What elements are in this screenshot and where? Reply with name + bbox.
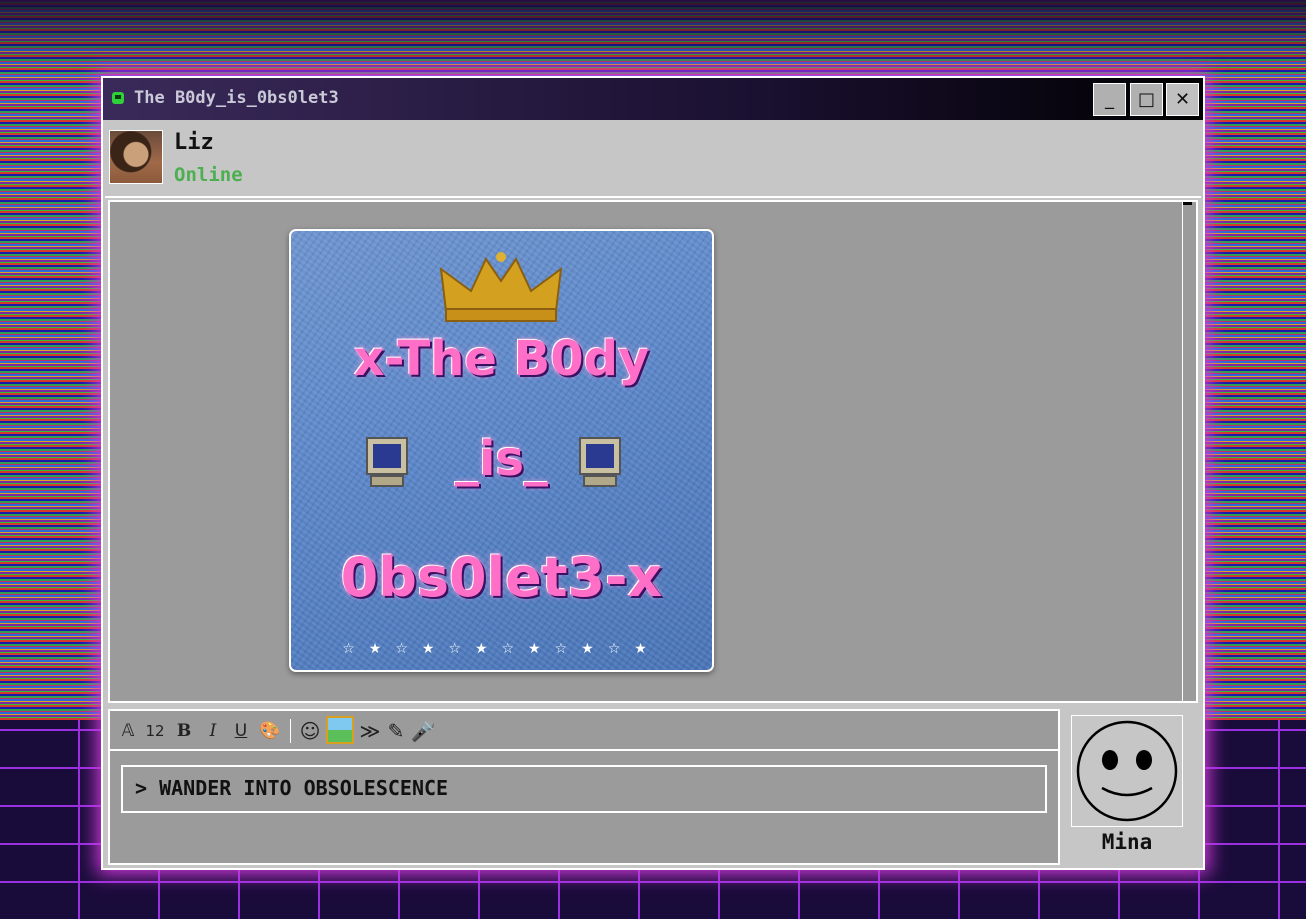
forward-icon[interactable]: ≫ bbox=[358, 718, 382, 744]
scrollbar[interactable] bbox=[1182, 202, 1192, 701]
contact-name: Liz bbox=[174, 130, 214, 155]
smiley-face-icon bbox=[1076, 720, 1178, 822]
artwork-title-line: x-The B0dy bbox=[353, 331, 650, 387]
computer-icon bbox=[579, 437, 621, 487]
font-icon[interactable]: 𝔸 bbox=[118, 718, 138, 744]
message-input[interactable]: > WANDER INTO OBSOLESCENCE bbox=[121, 765, 1047, 813]
message-composer: 𝔸 12 B I U 🎨 ☺ ≫ ✎ 🎤 > WANDER INTO OBSOL… bbox=[108, 709, 1060, 865]
color-palette-icon[interactable]: 🎨 bbox=[258, 718, 282, 744]
message-area: x-The B0dy _is_ 0bs0let3-x ☆★☆★☆★☆★☆★☆★ bbox=[108, 200, 1198, 703]
pencil-icon[interactable]: ✎ bbox=[385, 718, 407, 744]
artwork-title-line: _is_ bbox=[454, 431, 549, 487]
user-avatar[interactable] bbox=[1071, 715, 1183, 827]
crown-icon bbox=[439, 252, 563, 322]
user-name: Mina bbox=[1101, 830, 1153, 854]
italic-button[interactable]: I bbox=[203, 718, 223, 744]
font-size-button[interactable]: 12 bbox=[144, 718, 166, 744]
format-toolbar: 𝔸 12 B I U 🎨 ☺ ≫ ✎ 🎤 bbox=[110, 711, 1058, 751]
title-bar[interactable]: The B0dy_is_0bs0let3 _ □ ✕ bbox=[103, 78, 1203, 120]
artwork-stars: ☆★☆★☆★☆★☆★☆★ bbox=[342, 641, 661, 657]
toolbar-divider bbox=[290, 719, 291, 743]
close-button[interactable]: ✕ bbox=[1166, 83, 1199, 116]
contact-avatar[interactable] bbox=[109, 130, 163, 184]
chat-window: The B0dy_is_0bs0let3 _ □ ✕ Liz Online x-… bbox=[101, 76, 1205, 870]
minimize-button[interactable]: _ bbox=[1093, 83, 1126, 116]
shared-image[interactable]: x-The B0dy _is_ 0bs0let3-x ☆★☆★☆★☆★☆★☆★ bbox=[289, 229, 714, 672]
window-title: The B0dy_is_0bs0let3 bbox=[134, 88, 339, 108]
message-input-text: > WANDER INTO OBSOLESCENCE bbox=[135, 776, 449, 800]
bold-button[interactable]: B bbox=[174, 718, 194, 744]
scrollbar-thumb[interactable] bbox=[1183, 202, 1192, 205]
contact-status: Online bbox=[174, 164, 243, 186]
artwork-title-line: 0bs0let3-x bbox=[340, 546, 663, 609]
contact-header: Liz Online bbox=[105, 120, 1201, 198]
microphone-icon[interactable]: 🎤 bbox=[408, 718, 438, 744]
image-icon[interactable] bbox=[326, 716, 354, 744]
underline-button[interactable]: U bbox=[231, 718, 251, 744]
emoji-icon[interactable]: ☺ bbox=[298, 718, 322, 744]
chat-icon bbox=[112, 92, 124, 104]
maximize-button[interactable]: □ bbox=[1130, 83, 1163, 116]
